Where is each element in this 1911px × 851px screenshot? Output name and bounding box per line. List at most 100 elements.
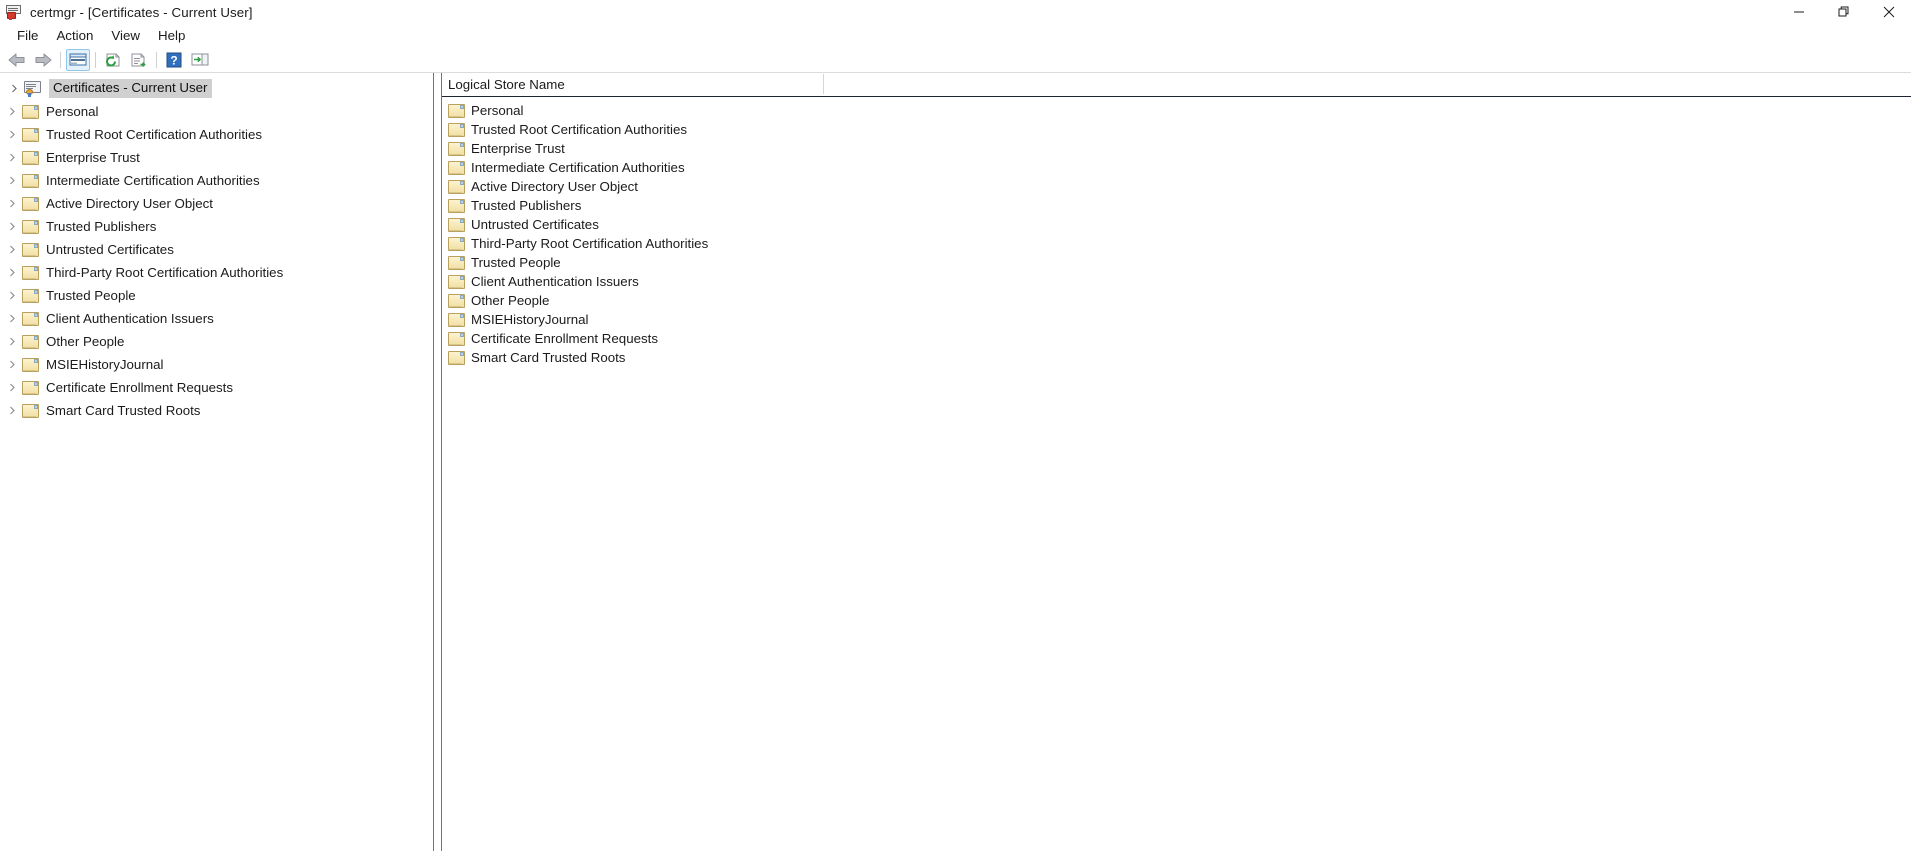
chevron-right-icon[interactable]	[2, 215, 22, 238]
list-column-header-bar: Logical Store Name	[442, 73, 1911, 97]
refresh-button[interactable]	[101, 49, 125, 71]
show-hide-console-tree-button[interactable]	[66, 48, 90, 71]
minimize-button[interactable]	[1776, 0, 1821, 24]
menu-file[interactable]: File	[8, 26, 47, 45]
list-item[interactable]: Intermediate Certification Authorities	[442, 158, 1911, 177]
list-item-label: Active Directory User Object	[471, 178, 638, 194]
list-item[interactable]: Certificate Enrollment Requests	[442, 329, 1911, 348]
list-item[interactable]: Other People	[442, 291, 1911, 310]
tree-item-label: Enterprise Trust	[46, 149, 140, 165]
certificate-manager-icon	[6, 4, 22, 20]
chevron-right-icon[interactable]	[2, 146, 22, 169]
menu-bar: File Action View Help	[0, 24, 1911, 47]
chevron-right-icon[interactable]	[2, 169, 22, 192]
tree-item-label: Active Directory User Object	[46, 195, 213, 211]
folder-icon	[448, 160, 465, 175]
chevron-right-icon[interactable]	[2, 238, 22, 261]
tree-item[interactable]: Untrusted Certificates	[0, 238, 433, 261]
column-header-logical-store-name[interactable]: Logical Store Name	[442, 73, 565, 97]
list-item[interactable]: Enterprise Trust	[442, 139, 1911, 158]
svg-text:?: ?	[170, 53, 177, 67]
menu-action[interactable]: Action	[47, 26, 102, 45]
chevron-right-icon[interactable]	[2, 192, 22, 215]
list-item[interactable]: Active Directory User Object	[442, 177, 1911, 196]
tree-item[interactable]: Personal	[0, 100, 433, 123]
folder-icon	[22, 288, 39, 303]
certificate-store-icon	[24, 80, 42, 97]
folder-icon	[448, 141, 465, 156]
folder-icon	[448, 179, 465, 194]
chevron-right-icon[interactable]	[2, 261, 22, 284]
tree-item-label: Trusted People	[46, 287, 136, 303]
menu-view[interactable]: View	[102, 26, 149, 45]
list-item-label: Smart Card Trusted Roots	[471, 349, 626, 365]
close-button[interactable]	[1866, 0, 1911, 24]
chevron-right-icon[interactable]	[2, 307, 22, 330]
list-item-label: Trusted Publishers	[471, 197, 582, 213]
tree-item[interactable]: Third-Party Root Certification Authoriti…	[0, 261, 433, 284]
tree-item[interactable]: Other People	[0, 330, 433, 353]
tree-item-label: Certificate Enrollment Requests	[46, 379, 233, 395]
chevron-right-icon[interactable]	[2, 376, 22, 399]
chevron-right-icon[interactable]	[2, 123, 22, 146]
list-item-label: Personal	[471, 102, 524, 118]
chevron-right-icon[interactable]	[2, 353, 22, 376]
list-item[interactable]: Personal	[442, 101, 1911, 120]
list-item-label: Certificate Enrollment Requests	[471, 330, 658, 346]
tree-item[interactable]: Trusted Publishers	[0, 215, 433, 238]
list-item[interactable]: MSIEHistoryJournal	[442, 310, 1911, 329]
chevron-right-icon[interactable]	[2, 330, 22, 353]
list-item-label: Trusted People	[471, 254, 561, 270]
list-item[interactable]: Untrusted Certificates	[442, 215, 1911, 234]
export-list-button[interactable]	[127, 49, 151, 71]
list-item[interactable]: Trusted Publishers	[442, 196, 1911, 215]
back-button[interactable]	[5, 49, 29, 71]
tree-item[interactable]: Active Directory User Object	[0, 192, 433, 215]
tree-root-label: Certificates - Current User	[49, 79, 213, 98]
tree-root-expander[interactable]	[4, 77, 24, 100]
list-item[interactable]: Trusted Root Certification Authorities	[442, 120, 1911, 139]
folder-icon	[22, 334, 39, 349]
chevron-right-icon[interactable]	[2, 284, 22, 307]
menu-help[interactable]: Help	[149, 26, 194, 45]
tree-item[interactable]: Trusted People	[0, 284, 433, 307]
folder-icon	[22, 127, 39, 142]
folder-icon	[448, 217, 465, 232]
tree-item-label: Third-Party Root Certification Authoriti…	[46, 264, 284, 280]
folder-icon	[448, 198, 465, 213]
tree-item[interactable]: MSIEHistoryJournal	[0, 353, 433, 376]
chevron-right-icon[interactable]	[2, 399, 22, 422]
content-area: Certificates - Current User Personal Trus…	[0, 73, 1911, 851]
column-resize-handle[interactable]	[823, 74, 824, 94]
folder-icon	[22, 104, 39, 119]
tree-item[interactable]: Certificate Enrollment Requests	[0, 376, 433, 399]
tree-item[interactable]: Smart Card Trusted Roots	[0, 399, 433, 422]
forward-button[interactable]	[31, 49, 55, 71]
tree-item-label: Trusted Publishers	[46, 218, 157, 234]
window-controls	[1776, 0, 1911, 24]
show-action-pane-button[interactable]	[188, 49, 212, 71]
list-item[interactable]: Client Authentication Issuers	[442, 272, 1911, 291]
folder-icon	[448, 122, 465, 137]
tree-root-certificates-current-user[interactable]: Certificates - Current User	[0, 77, 433, 100]
folder-icon	[22, 265, 39, 280]
folder-icon	[448, 274, 465, 289]
tree-item-label: Untrusted Certificates	[46, 241, 174, 257]
list-item-label: Enterprise Trust	[471, 140, 565, 156]
list-item[interactable]: Trusted People	[442, 253, 1911, 272]
folder-icon	[22, 196, 39, 211]
help-button[interactable]: ?	[162, 49, 186, 71]
tree-item-label: Trusted Root Certification Authorities	[46, 126, 263, 142]
tree-item[interactable]: Intermediate Certification Authorities	[0, 169, 433, 192]
list-item[interactable]: Smart Card Trusted Roots	[442, 348, 1911, 367]
list-item-label: Client Authentication Issuers	[471, 273, 639, 289]
list-item-label: Intermediate Certification Authorities	[471, 159, 685, 175]
tree-item[interactable]: Enterprise Trust	[0, 146, 433, 169]
folder-icon	[448, 103, 465, 118]
restore-button[interactable]	[1821, 0, 1866, 24]
tree-item[interactable]: Trusted Root Certification Authorities	[0, 123, 433, 146]
chevron-right-icon[interactable]	[2, 100, 22, 123]
toolbar: ?	[0, 47, 1911, 73]
list-item[interactable]: Third-Party Root Certification Authoriti…	[442, 234, 1911, 253]
tree-item[interactable]: Client Authentication Issuers	[0, 307, 433, 330]
